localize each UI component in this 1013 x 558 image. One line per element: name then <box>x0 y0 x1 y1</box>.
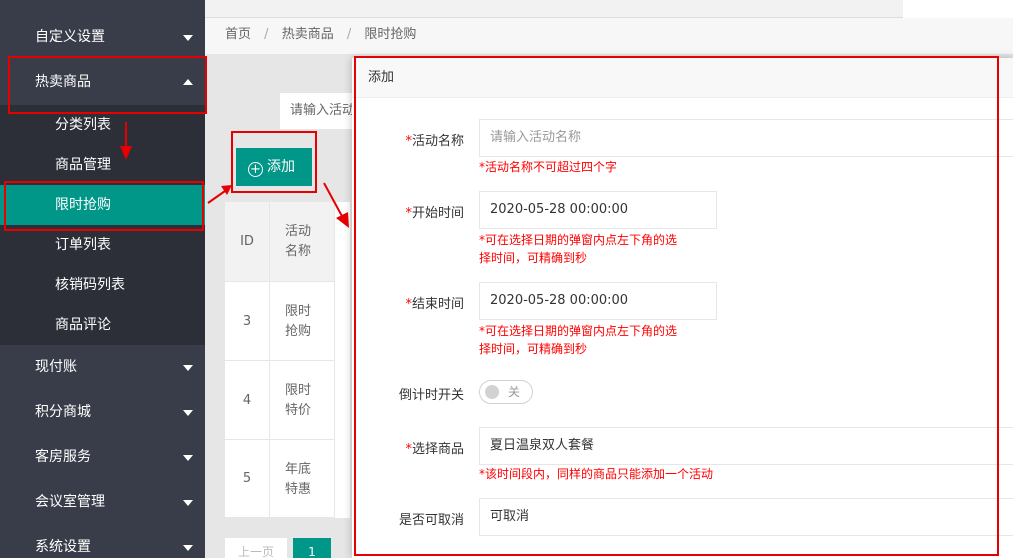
table-cell-id: 4 <box>225 361 270 440</box>
annotation-box-add-button <box>231 131 317 193</box>
annotation-box-dialog <box>354 56 999 556</box>
annotation-box-flash-sale <box>4 181 204 231</box>
sidebar-item-custom-settings[interactable]: 自定义设置 <box>0 15 205 60</box>
table-cell-name: 年底 特惠 <box>270 440 335 518</box>
sidebar-item-room-service[interactable]: 客房服务 <box>0 435 205 480</box>
sidebar-subitem-product-management[interactable]: 商品管理 <box>0 145 205 185</box>
tab-active[interactable] <box>903 0 1013 18</box>
table-header-id: ID <box>225 202 270 282</box>
data-table: ID 活动 名称 3 限时 抢购 4 限时 特价 5 年底 特惠 <box>225 202 350 518</box>
pagination-prev[interactable]: 上一页 <box>225 538 287 558</box>
chevron-down-icon <box>183 35 193 41</box>
sidebar-item-pay-on-site[interactable]: 现付账 <box>0 345 205 390</box>
sidebar-item-label: 系统设置 <box>35 539 91 555</box>
sidebar-item-label: 自定义设置 <box>35 29 105 45</box>
chevron-down-icon <box>183 365 193 371</box>
sidebar-item-label: 会议室管理 <box>35 494 105 510</box>
breadcrumb: 首页 / 热卖商品 / 限时抢购 <box>205 18 1013 54</box>
chevron-down-icon <box>183 455 193 461</box>
search-input[interactable]: 请输入活动 <box>279 92 354 130</box>
sidebar-item-label: 现付账 <box>35 359 77 375</box>
top-tab-bar <box>205 0 1013 18</box>
pagination-page[interactable]: 1 <box>293 538 331 558</box>
sidebar-subitem-redeem-codes[interactable]: 核销码列表 <box>0 265 205 305</box>
sidebar-item-label: 客房服务 <box>35 449 91 465</box>
annotation-arrow-down <box>120 122 132 160</box>
chevron-down-icon <box>183 410 193 416</box>
breadcrumb-separator: / <box>264 27 269 42</box>
sidebar-item-points-mall[interactable]: 积分商城 <box>0 390 205 435</box>
sidebar-subitem-product-reviews[interactable]: 商品评论 <box>0 305 205 345</box>
sidebar-subitem-order-list[interactable]: 订单列表 <box>0 225 205 265</box>
table-cell-id: 5 <box>225 440 270 518</box>
sidebar-item-system-settings[interactable]: 系统设置 <box>0 525 205 558</box>
sidebar-item-meeting-room[interactable]: 会议室管理 <box>0 480 205 525</box>
breadcrumb-separator: / <box>346 27 352 42</box>
breadcrumb-current: 限时抢购 <box>364 27 417 42</box>
annotation-arrow-down-right <box>323 182 349 228</box>
table-cell-id: 3 <box>225 282 270 361</box>
breadcrumb-section[interactable]: 热卖商品 <box>282 18 334 52</box>
annotation-box-hot-products <box>8 56 207 114</box>
breadcrumb-home[interactable]: 首页 <box>225 18 251 52</box>
table-cell-name: 限时 特价 <box>270 361 335 440</box>
table-cell-name: 限时 抢购 <box>270 282 335 361</box>
sidebar-item-label: 积分商城 <box>35 404 91 420</box>
chevron-down-icon <box>183 545 193 551</box>
chevron-down-icon <box>183 500 193 506</box>
annotation-arrow-right-up <box>207 185 232 204</box>
